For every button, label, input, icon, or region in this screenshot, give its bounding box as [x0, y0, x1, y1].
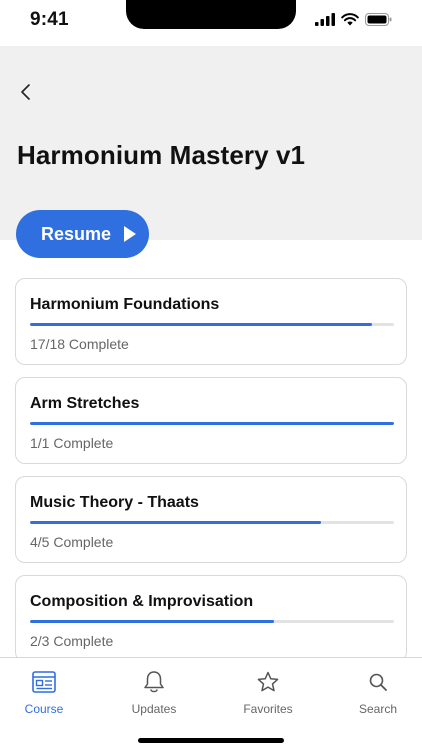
- module-card[interactable]: Composition & Improvisation 2/3 Complete: [15, 575, 407, 662]
- module-progress-fill: [30, 521, 322, 524]
- status-icons: [315, 13, 392, 26]
- module-title: Harmonium Foundations: [30, 296, 220, 313]
- module-progress-bar: [30, 422, 394, 425]
- resume-label: Resume: [41, 223, 112, 244]
- tab-favorites[interactable]: Favorites: [218, 668, 318, 716]
- bell-icon: [140, 668, 168, 696]
- battery-icon: [365, 13, 392, 26]
- home-indicator: [138, 738, 284, 743]
- status-bar: 9:41: [0, 0, 422, 46]
- app-screen: 9:41 Harmonium Mastery v1 Resume Harmoni…: [0, 0, 422, 750]
- chevron-left-icon: [21, 84, 30, 100]
- tab-updates[interactable]: Updates: [104, 668, 204, 716]
- module-title: Arm Stretches: [30, 395, 140, 412]
- search-icon: [364, 668, 392, 696]
- tab-label: Course: [24, 702, 64, 716]
- page-title: Harmonium Mastery v1: [17, 140, 306, 170]
- play-icon: [124, 226, 137, 242]
- tab-label: Favorites: [243, 702, 293, 716]
- module-progress-bar: [30, 323, 394, 326]
- status-time: 9:41: [30, 9, 69, 30]
- tab-bar: Course Updates Favorites Search: [0, 657, 422, 750]
- module-progress-fill: [30, 620, 274, 623]
- module-title: Composition & Improvisation: [30, 593, 254, 610]
- module-progress-fill: [30, 323, 373, 326]
- module-list: Harmonium Foundations 17/18 Complete Arm…: [15, 278, 407, 674]
- module-title: Music Theory - Thaats: [30, 494, 199, 511]
- star-icon: [254, 668, 282, 696]
- module-card[interactable]: Harmonium Foundations 17/18 Complete: [15, 278, 407, 365]
- module-status: 17/18 Complete: [30, 336, 129, 352]
- tab-search[interactable]: Search: [328, 668, 422, 716]
- tab-course[interactable]: Course: [0, 668, 94, 716]
- module-status: 1/1 Complete: [30, 435, 114, 451]
- wifi-icon: [341, 13, 359, 26]
- module-card[interactable]: Music Theory - Thaats 4/5 Complete: [15, 476, 407, 563]
- module-card[interactable]: Arm Stretches 1/1 Complete: [15, 377, 407, 464]
- module-status: 4/5 Complete: [30, 534, 114, 550]
- resume-button[interactable]: Resume: [16, 210, 149, 258]
- course-icon: [30, 668, 58, 696]
- tab-label: Search: [358, 702, 398, 716]
- signal-icon: [315, 13, 335, 26]
- module-progress-bar: [30, 521, 394, 524]
- module-status: 2/3 Complete: [30, 633, 114, 649]
- module-progress-fill: [30, 422, 394, 425]
- tab-label: Updates: [131, 702, 177, 716]
- module-progress-bar: [30, 620, 394, 623]
- back-button[interactable]: [14, 80, 38, 104]
- device-notch: [126, 0, 296, 29]
